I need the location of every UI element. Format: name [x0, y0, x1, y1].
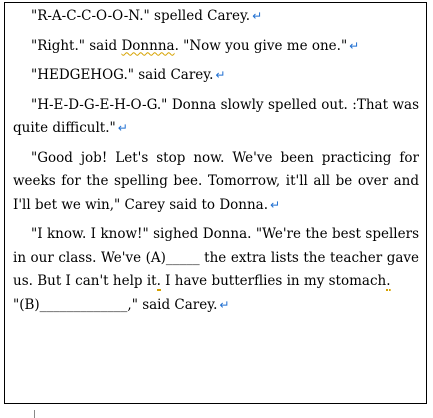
spelling-flag[interactable]: Donnna [121, 38, 174, 54]
paragraph-mark-icon: ↵ [219, 297, 230, 312]
paragraph-2: "Right." said Donnna. "Now you give me o… [13, 35, 419, 59]
paragraph-text: "R-A-C-C-O-O-N." spelled Carey. [31, 8, 251, 24]
paragraph-1: "R-A-C-C-O-O-N." spelled Carey. ↵ [13, 5, 419, 29]
paragraph-text: "H-E-D-G-E-H-O-G." Donna slowly spelled … [13, 96, 419, 137]
grammar-flag[interactable]: . [156, 273, 161, 291]
paragraph-text: "HEDGEHOG." said Carey. [31, 67, 214, 83]
paragraph-5: "Good job! Let's stop now. We've been pr… [13, 147, 419, 218]
text-cursor [34, 410, 35, 418]
paragraph-6: "I know. I know!" sighed Donna. "We're t… [13, 223, 419, 317]
paragraph-text: "Right." said [31, 37, 122, 54]
paragraph-text: "Good job! Let's stop now. We've been pr… [13, 149, 419, 213]
paragraph-text: . "Now you give me one." [174, 37, 348, 54]
paragraph-mark-icon: ↵ [270, 197, 281, 212]
document-body[interactable]: "R-A-C-C-O-O-N." spelled Carey. ↵ "Right.… [13, 5, 419, 317]
paragraph-4: "H-E-D-G-E-H-O-G." Donna slowly spelled … [13, 94, 419, 141]
paragraph-mark-icon: ↵ [349, 38, 360, 53]
paragraph-3: "HEDGEHOG." said Carey. ↵ [13, 64, 419, 88]
paragraph-text: "(B)_____________," said Carey. [13, 296, 218, 313]
paragraph-mark-icon: ↵ [252, 9, 263, 23]
grammar-flag[interactable]: . [386, 273, 391, 291]
paragraph-mark-icon: ↵ [117, 121, 128, 135]
paragraph-mark-icon: ↵ [215, 68, 226, 82]
paragraph-text: I have butterflies in my stomach [165, 273, 387, 289]
